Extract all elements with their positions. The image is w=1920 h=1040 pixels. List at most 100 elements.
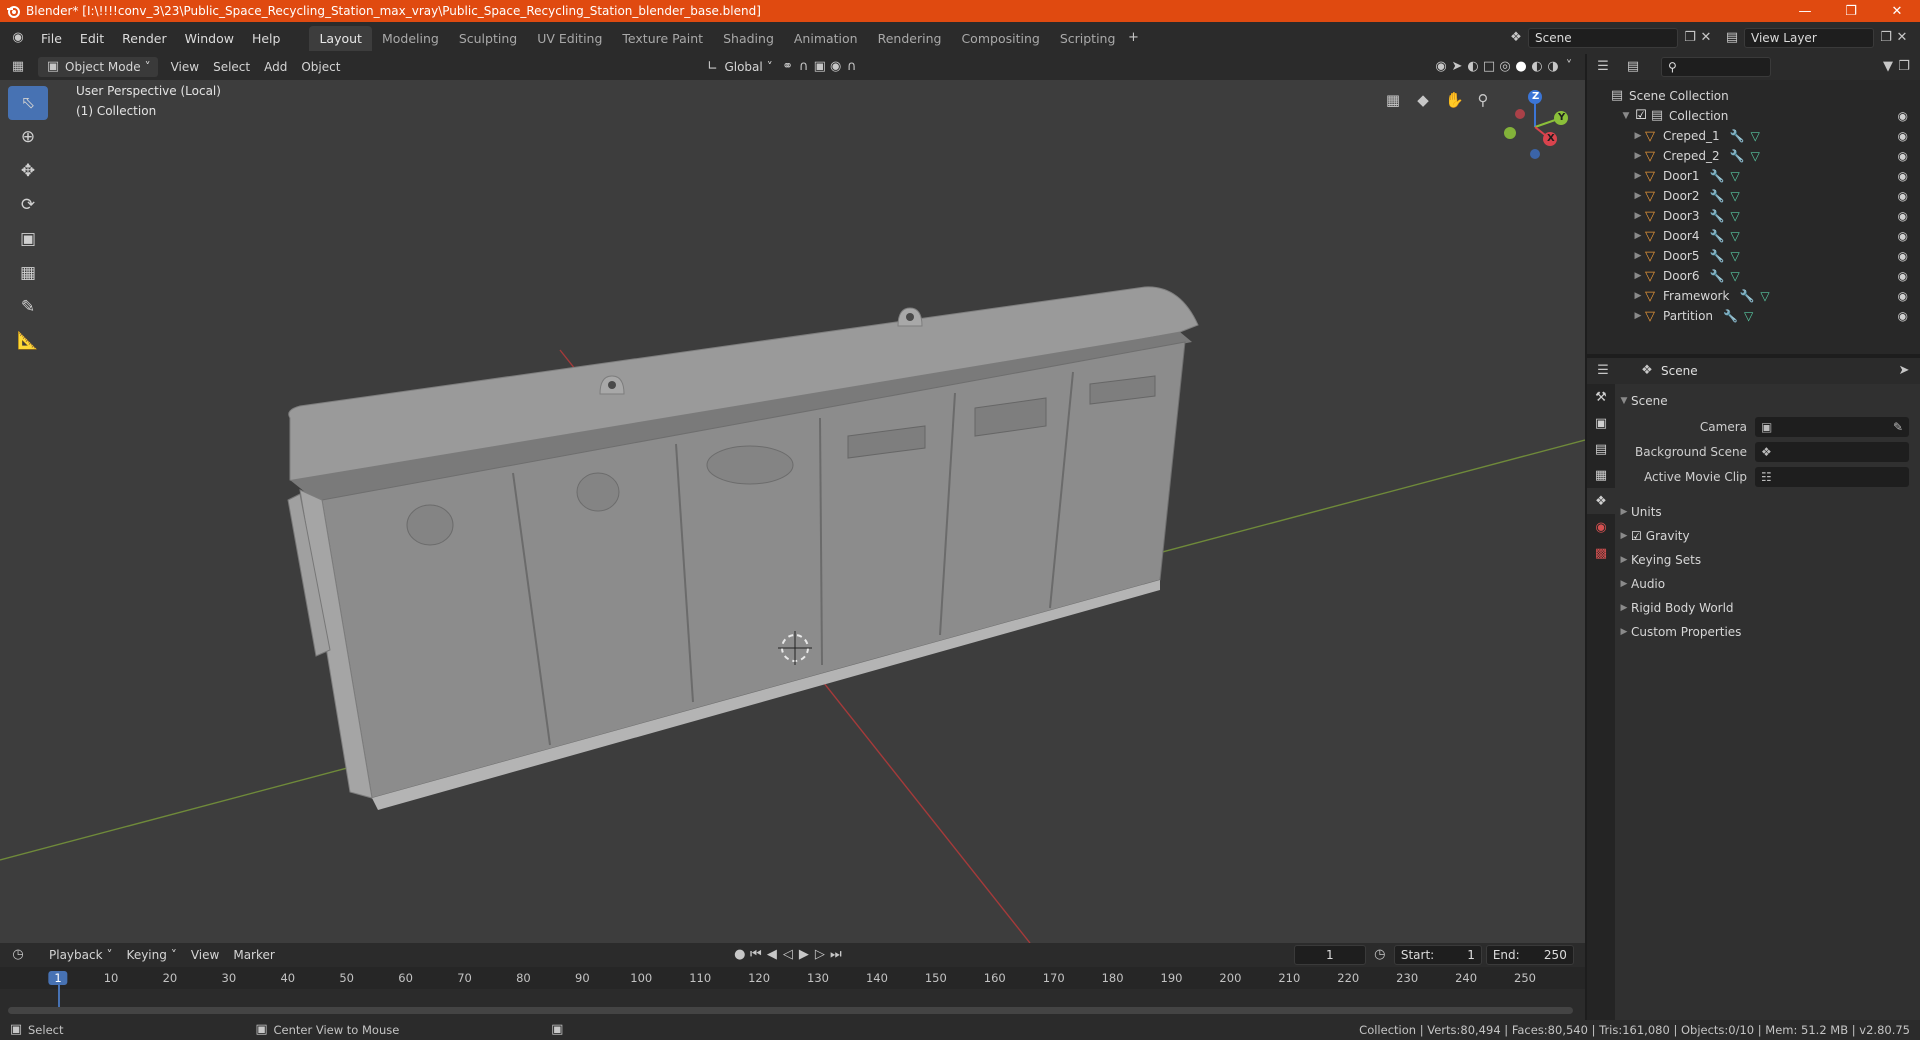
- next-keyframe-icon[interactable]: ▷: [812, 947, 828, 963]
- menu-window[interactable]: Window: [176, 31, 243, 46]
- menu-add[interactable]: Add: [257, 58, 294, 76]
- menu-timeline-view[interactable]: View: [184, 946, 226, 964]
- modifier-wrench-icon[interactable]: 🔧: [1710, 209, 1725, 223]
- eye-icon[interactable]: ◉: [1898, 129, 1908, 143]
- outliner-item[interactable]: ▶ ▽ Door3 🔧 ▽ ◉: [1587, 206, 1920, 226]
- rotate-tool-icon[interactable]: ⟳: [8, 188, 48, 222]
- tab-modeling[interactable]: Modeling: [372, 26, 449, 51]
- outliner-item[interactable]: ▶ ▽ Framework 🔧 ▽ ◉: [1587, 286, 1920, 306]
- shading-solid-icon[interactable]: ●: [1513, 59, 1529, 75]
- timeline-scrollbar[interactable]: [8, 1007, 1573, 1014]
- editor-type-icon[interactable]: ▦: [10, 59, 26, 75]
- menu-select[interactable]: Select: [206, 58, 257, 76]
- eye-icon[interactable]: ◉: [1898, 149, 1908, 163]
- pivot-icon[interactable]: ⚭: [780, 59, 796, 75]
- mesh-data-icon[interactable]: ▽: [1730, 229, 1739, 243]
- scene-selector-icon[interactable]: ❖: [1508, 30, 1524, 46]
- view-layer-field[interactable]: View Layer: [1744, 28, 1874, 48]
- modifier-wrench-icon[interactable]: 🔧: [1730, 149, 1745, 163]
- menu-edit[interactable]: Edit: [71, 31, 113, 46]
- scale-tool-icon[interactable]: ▣: [8, 222, 48, 256]
- menu-keying[interactable]: Keying ˅: [120, 946, 184, 964]
- modifier-wrench-icon[interactable]: 🔧: [1723, 309, 1738, 323]
- modifier-wrench-icon[interactable]: 🔧: [1710, 169, 1725, 183]
- view-layer-tab-icon[interactable]: ▦: [1587, 462, 1615, 488]
- delete-scene-icon[interactable]: ✕: [1698, 30, 1714, 46]
- gizmo-y-label[interactable]: Y: [1558, 112, 1565, 123]
- proportional-edit-icon[interactable]: ◉: [828, 59, 844, 75]
- movie-clip-field[interactable]: ☷: [1755, 467, 1909, 487]
- outliner-collection[interactable]: ▼ ☑ ▤ Collection ◉: [1587, 106, 1920, 126]
- modifier-wrench-icon[interactable]: 🔧: [1730, 129, 1745, 143]
- outliner-item[interactable]: ▶ ▽ Door6 🔧 ▽ ◉: [1587, 266, 1920, 286]
- scene-field[interactable]: Scene: [1528, 28, 1678, 48]
- expand-arrow-icon[interactable]: ▶: [1631, 231, 1645, 241]
- tab-uv-editing[interactable]: UV Editing: [527, 26, 612, 51]
- menu-object[interactable]: Object: [294, 58, 347, 76]
- new-scene-icon[interactable]: ❐: [1682, 30, 1698, 46]
- texture-tab-icon[interactable]: ▩: [1587, 540, 1615, 566]
- keying-sets-panel[interactable]: ▶ Keying Sets: [1617, 549, 1917, 571]
- filter-icon[interactable]: ▼: [1880, 59, 1896, 75]
- outliner-item[interactable]: ▶ ▽ Creped_2 🔧 ▽ ◉: [1587, 146, 1920, 166]
- zoom-icon[interactable]: ⚲: [1475, 92, 1491, 108]
- tab-shading[interactable]: Shading: [713, 26, 784, 51]
- gizmo-x-label[interactable]: X: [1547, 133, 1555, 144]
- tab-compositing[interactable]: Compositing: [951, 26, 1049, 51]
- snap-target-icon[interactable]: ▣: [812, 59, 828, 75]
- playhead[interactable]: [58, 985, 60, 1009]
- custom-properties-panel[interactable]: ▶ Custom Properties: [1617, 621, 1917, 643]
- xray-icon[interactable]: □: [1481, 59, 1497, 75]
- outliner-editor-icon[interactable]: ☰: [1595, 59, 1611, 75]
- restore-icon[interactable]: ❐: [1828, 4, 1874, 19]
- units-panel[interactable]: ▶ Units: [1617, 501, 1917, 523]
- overlay-toggle-icon[interactable]: ◐: [1465, 59, 1481, 75]
- pin-icon[interactable]: ➤: [1896, 363, 1912, 379]
- delete-view-layer-icon[interactable]: ✕: [1894, 30, 1910, 46]
- menu-render[interactable]: Render: [113, 31, 176, 46]
- add-workspace-icon[interactable]: +: [1125, 30, 1141, 46]
- tab-texture-paint[interactable]: Texture Paint: [612, 26, 713, 51]
- grid-icon[interactable]: ▦: [1385, 92, 1401, 108]
- falloff-icon[interactable]: ∩: [844, 59, 860, 75]
- output-tab-icon[interactable]: ▤: [1587, 436, 1615, 462]
- tool-tab-icon[interactable]: ⚒: [1587, 384, 1615, 410]
- transform-tool-icon[interactable]: ▦: [8, 256, 48, 290]
- mode-dropdown[interactable]: ▣ Object Mode ˅: [38, 57, 158, 77]
- end-frame-field[interactable]: End: 250: [1485, 945, 1574, 965]
- mesh-data-icon[interactable]: ▽: [1751, 149, 1760, 163]
- menu-view[interactable]: View: [164, 58, 206, 76]
- outliner-item[interactable]: ▶ ▽ Door1 🔧 ▽ ◉: [1587, 166, 1920, 186]
- new-view-layer-icon[interactable]: ❐: [1878, 30, 1894, 46]
- modifier-wrench-icon[interactable]: 🔧: [1710, 189, 1725, 203]
- checkbox-icon[interactable]: ☑: [1633, 108, 1649, 124]
- mesh-data-icon[interactable]: ▽: [1730, 169, 1739, 183]
- shading-wireframe-icon[interactable]: ◎: [1497, 59, 1513, 75]
- expand-arrow-icon[interactable]: ▼: [1619, 111, 1633, 121]
- stopwatch-icon[interactable]: ◷: [1372, 947, 1388, 963]
- outliner-item[interactable]: ▶ ▽ Door5 🔧 ▽ ◉: [1587, 246, 1920, 266]
- shading-options-icon[interactable]: ˅: [1561, 59, 1577, 75]
- gizmo-toggle-icon[interactable]: ➤: [1449, 59, 1465, 75]
- eye-icon[interactable]: ◉: [1898, 109, 1908, 123]
- snap-icon[interactable]: ∩: [796, 59, 812, 75]
- shading-material-icon[interactable]: ◐: [1529, 59, 1545, 75]
- move-tool-icon[interactable]: ✥: [8, 154, 48, 188]
- outliner-item[interactable]: ▶ ▽ Partition 🔧 ▽ ◉: [1587, 306, 1920, 326]
- start-frame-field[interactable]: Start: 1: [1393, 945, 1482, 965]
- rigid-body-world-panel[interactable]: ▶ Rigid Body World: [1617, 597, 1917, 619]
- gizmo-z-label[interactable]: Z: [1532, 91, 1539, 102]
- outliner-scene-collection[interactable]: ▤ Scene Collection: [1587, 86, 1920, 106]
- cursor-tool-icon[interactable]: ⊕: [8, 120, 48, 154]
- eye-icon[interactable]: ◉: [1898, 289, 1908, 303]
- eyedropper-icon[interactable]: ✎: [1893, 420, 1903, 434]
- display-mode-icon[interactable]: ▤: [1625, 59, 1641, 75]
- expand-arrow-icon[interactable]: ▶: [1631, 151, 1645, 161]
- eye-icon[interactable]: ◉: [1898, 309, 1908, 323]
- frame-ruler[interactable]: 1 10 20 30 40 50 60 70 80 90 100 110 120 130 140 150 160…: [0, 967, 1585, 1009]
- outliner-item[interactable]: ▶ ▽ Door4 🔧 ▽ ◉: [1587, 226, 1920, 246]
- tab-layout[interactable]: Layout: [309, 25, 372, 51]
- eye-icon[interactable]: ◉: [1898, 269, 1908, 283]
- mesh-data-icon[interactable]: ▽: [1730, 189, 1739, 203]
- select-box-tool-icon[interactable]: ⬁: [8, 86, 48, 120]
